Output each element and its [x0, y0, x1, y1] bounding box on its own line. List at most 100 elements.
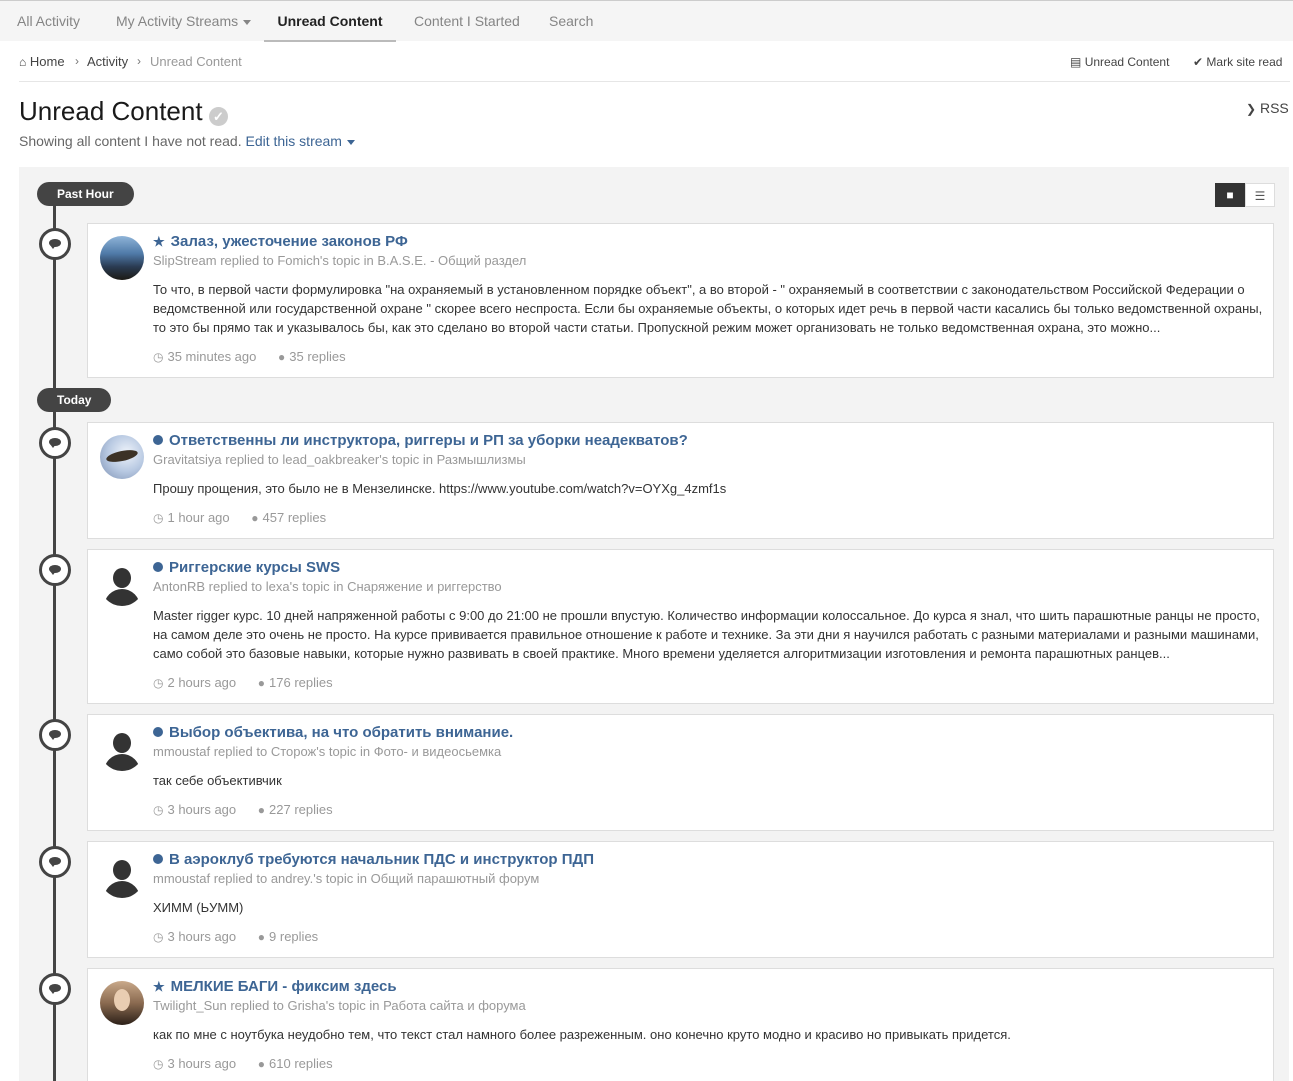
clock-icon: ◷ — [153, 930, 164, 944]
item-title-text: Риггерские курсы SWS — [169, 559, 341, 576]
meta-text: in — [422, 452, 434, 467]
item-forum-link[interactable]: Работа сайта и форума — [383, 998, 526, 1013]
item-title-text: МЕЛКИЕ БАГИ - фиксим здесь — [170, 978, 397, 995]
item-topic-link[interactable]: Fomich's topic — [277, 253, 360, 268]
stream-item: Риггерские курсы SWS AntonRB replied to … — [87, 549, 1274, 704]
unread-content-link[interactable]: ▤ Unread Content — [1070, 55, 1169, 69]
item-forum-link[interactable]: B.A.S.E. - Общий раздел — [377, 253, 526, 268]
item-title-link[interactable]: Ответственны ли инструктора, риггеры и Р… — [153, 432, 688, 449]
breadcrumb-separator-icon: › — [137, 54, 141, 68]
star-icon: ★ — [153, 234, 165, 249]
item-meta: Twilight_Sun replied to Grisha's topic i… — [153, 998, 526, 1013]
avatar[interactable] — [100, 236, 144, 280]
item-title-text: В аэроклуб требуются начальник ПДС и инс… — [169, 851, 594, 868]
clock-icon: ◷ — [153, 1057, 164, 1071]
comment-icon: ● — [278, 350, 286, 364]
item-stats: ◷ 3 hours ago ● 9 replies — [153, 929, 336, 944]
breadcrumb-activity[interactable]: Activity — [87, 54, 128, 69]
comment-bubble-icon — [39, 719, 71, 751]
item-title-link[interactable]: ★ Залаз, ужесточение законов РФ — [153, 233, 408, 250]
item-title-link[interactable]: В аэроклуб требуются начальник ПДС и инс… — [153, 851, 594, 868]
item-replies: 35 replies — [289, 349, 346, 364]
item-time[interactable]: 3 hours ago — [167, 929, 236, 944]
item-time[interactable]: 1 hour ago — [167, 510, 229, 525]
rss-label: RSS — [1259, 100, 1289, 116]
avatar[interactable] — [100, 727, 144, 771]
expanded-view-toggle[interactable]: ■ — [1215, 183, 1245, 207]
item-topic-link[interactable]: lead_oakbreaker's topic — [282, 452, 419, 467]
tab-unread-content[interactable]: Unread Content — [264, 1, 396, 42]
comment-icon: ● — [257, 1057, 266, 1071]
item-author-link[interactable]: Twilight_Sun — [153, 998, 227, 1013]
item-replies: 176 replies — [269, 675, 333, 690]
tab-my-activity-streams[interactable]: My Activity Streams — [116, 1, 252, 42]
item-title-text: Ответственны ли инструктора, риггеры и Р… — [169, 432, 688, 449]
subtitle-text: Showing all content I have not read. — [19, 133, 242, 149]
item-time[interactable]: 3 hours ago — [167, 802, 236, 817]
item-excerpt: То что, в первой части формулировка "на … — [153, 282, 1263, 335]
item-topic-link[interactable]: Сторож's topic — [271, 744, 357, 759]
avatar[interactable] — [100, 854, 144, 898]
item-time[interactable]: 2 hours ago — [167, 675, 236, 690]
inbox-icon: ▤ — [1070, 55, 1082, 69]
timeline-line — [53, 200, 56, 1081]
edit-stream-label: Edit this stream — [245, 133, 342, 149]
item-stats: ◷ 3 hours ago ● 610 replies — [153, 1056, 351, 1071]
item-topic-link[interactable]: andrey.'s topic — [271, 871, 353, 886]
tab-all-activity[interactable]: All Activity — [17, 1, 80, 42]
item-title-link[interactable]: Выбор объектива, на что обратить внимани… — [153, 724, 513, 741]
rss-link[interactable]: ❯ RSS — [1246, 100, 1289, 116]
item-title-link[interactable]: ★ МЕЛКИЕ БАГИ - фиксим здесь — [153, 978, 397, 995]
meta-text: in — [363, 253, 374, 268]
avatar[interactable] — [100, 981, 144, 1025]
time-group-today: Today — [37, 388, 112, 412]
item-forum-link[interactable]: Общий парашютный форум — [371, 871, 540, 886]
breadcrumb-separator-icon: › — [75, 54, 79, 68]
item-forum-link[interactable]: Снаряжение и риггерство — [347, 579, 502, 594]
unread-dot-icon — [153, 435, 163, 445]
meta-text: in — [333, 579, 344, 594]
clock-icon: ◷ — [153, 350, 164, 364]
item-author-link[interactable]: mmoustaf — [153, 744, 210, 759]
item-author-link[interactable]: SlipStream — [153, 253, 217, 268]
item-time[interactable]: 35 minutes ago — [167, 349, 256, 364]
rss-icon: ❯ — [1246, 102, 1257, 116]
breadcrumb-home[interactable]: ⌂ Home — [19, 54, 65, 69]
breadcrumb: ⌂ Home › Activity › Unread Content ▤ Unr… — [19, 54, 1290, 82]
chevron-down-icon — [243, 19, 252, 25]
meta-text: in — [359, 744, 371, 759]
item-author-link[interactable]: mmoustaf — [153, 871, 210, 886]
item-meta: mmoustaf replied to Сторож's topic in Фо… — [153, 744, 501, 759]
item-title-link[interactable]: Риггерские курсы SWS — [153, 559, 340, 576]
list-icon: ☰ — [1254, 189, 1266, 203]
condensed-view-toggle[interactable]: ☰ — [1245, 183, 1275, 207]
unread-dot-icon — [153, 562, 163, 572]
comment-icon: ● — [257, 930, 266, 944]
item-excerpt: ХИММ (ЬУММ) — [153, 900, 244, 915]
item-excerpt: так себе объективчик — [153, 773, 282, 788]
comment-icon: ● — [257, 676, 266, 690]
item-topic-link[interactable]: Grisha's topic — [287, 998, 365, 1013]
comment-icon: ● — [257, 803, 266, 817]
mark-site-read-link[interactable]: ✔ Mark site read — [1193, 55, 1282, 69]
item-forum-link[interactable]: Размышлизмы — [437, 452, 526, 467]
avatar[interactable] — [100, 562, 144, 606]
edit-stream-link[interactable]: Edit this stream — [245, 133, 355, 149]
item-author-link[interactable]: AntonRB — [153, 579, 205, 594]
avatar[interactable] — [100, 435, 144, 479]
star-icon: ★ — [153, 979, 165, 994]
item-forum-link[interactable]: Фото- и видеосьемка — [374, 744, 502, 759]
clock-icon: ◷ — [153, 676, 164, 690]
tab-content-i-started[interactable]: Content I Started — [414, 1, 520, 42]
chevron-down-icon — [346, 139, 355, 145]
item-title-text: Залаз, ужесточение законов РФ — [170, 233, 408, 250]
item-replies: 610 replies — [269, 1056, 333, 1071]
comment-bubble-icon — [39, 554, 71, 586]
meta-text: replied to — [225, 452, 279, 467]
meta-text: replied to — [213, 871, 268, 886]
item-author-link[interactable]: Gravitatsiya — [153, 452, 222, 467]
item-excerpt: как по мне с ноутбука неудобно тем, что … — [153, 1027, 1011, 1042]
item-time[interactable]: 3 hours ago — [167, 1056, 236, 1071]
item-topic-link[interactable]: lexa's topic — [266, 579, 330, 594]
tab-search[interactable]: Search — [549, 1, 593, 42]
